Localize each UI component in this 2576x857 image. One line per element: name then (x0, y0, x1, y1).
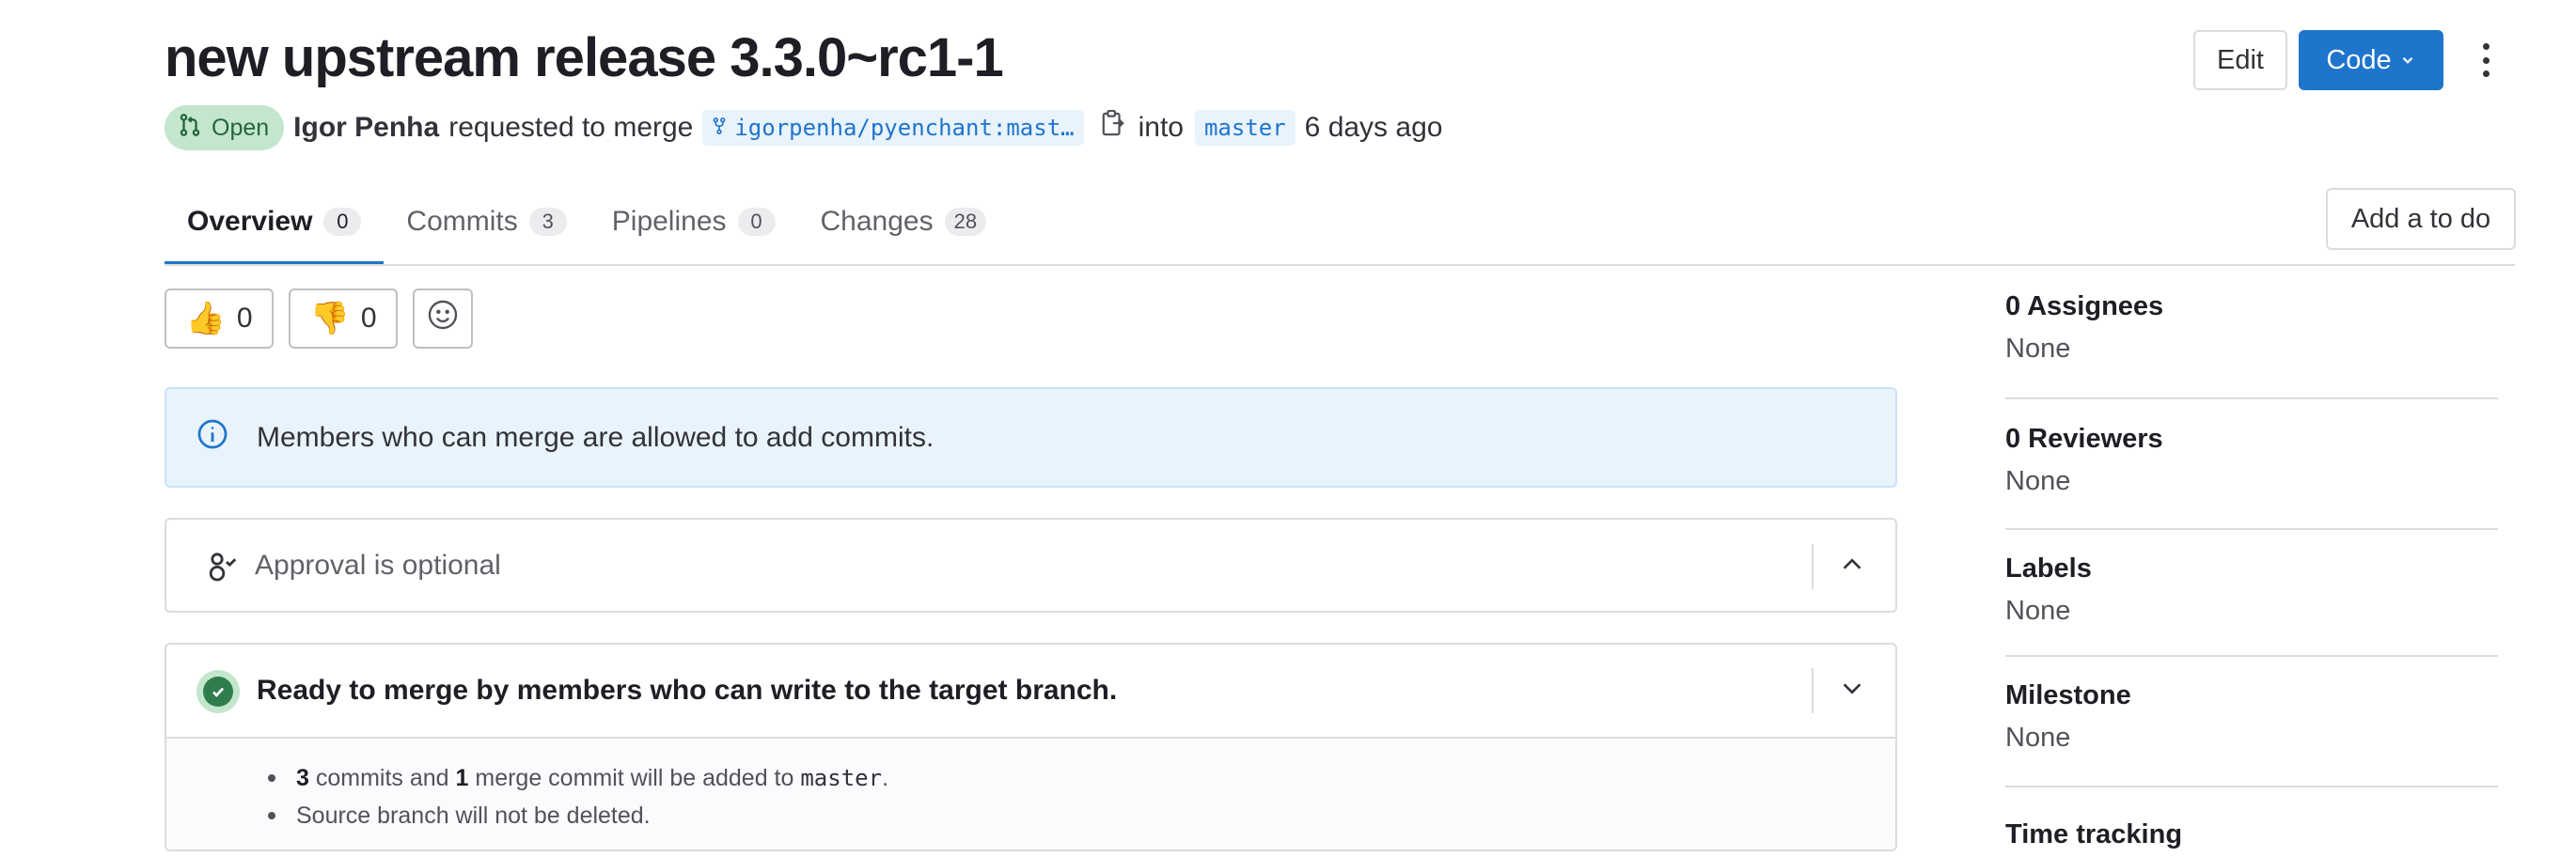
sidebar-divider (2005, 655, 2498, 657)
kebab-dot (2482, 56, 2490, 64)
tab-pipelines[interactable]: Pipelines 0 (589, 179, 798, 265)
code-label: Code (2326, 44, 2392, 75)
thumbs-down-icon: 👎 (309, 301, 350, 336)
commits-count: 3 (296, 765, 309, 791)
smiley-icon (427, 299, 459, 338)
source-branch-link[interactable]: igorpenha/pyenchant:mast… (702, 110, 1084, 146)
check-dot (203, 677, 233, 707)
sidebar-reviewers[interactable]: 0 Reviewers None (2005, 424, 2498, 497)
assignees-value: None (2005, 334, 2071, 364)
status-label: Open (212, 114, 270, 141)
sidebar-milestone[interactable]: Milestone None (2005, 680, 2498, 754)
tab-label: Overview (187, 206, 313, 237)
milestone-title: Milestone (2005, 680, 2131, 710)
page-title: new upstream release 3.3.0~rc1-1 (165, 27, 1004, 88)
mr-meta: Open Igor Penha requested to merge igorp… (165, 105, 1442, 150)
tab-label: Pipelines (611, 206, 727, 237)
copy-branch-button[interactable] (1097, 109, 1129, 147)
add-todo-button[interactable]: Add a to do (2326, 188, 2516, 250)
source-branch-name: igorpenha/pyenchant:mast… (734, 115, 1075, 141)
labels-title: Labels (2005, 553, 2092, 584)
reviewers-value: None (2005, 466, 2071, 496)
sidebar-divider (2005, 786, 2498, 787)
tab-count: 0 (737, 208, 776, 236)
fork-icon (712, 115, 727, 141)
milestone-value: None (2005, 723, 2071, 753)
widget-divider (1812, 544, 1814, 589)
action-text: requested to merge (448, 112, 694, 143)
thumbs-up-button[interactable]: 👍 0 (165, 288, 274, 349)
chevron-down-icon (2399, 45, 2416, 76)
check-circle-icon (196, 670, 240, 713)
merge-text: merge commit will be added to (468, 765, 801, 791)
author-link[interactable]: Igor Penha (293, 112, 439, 144)
expand-merge-details-button[interactable] (1831, 670, 1873, 711)
kebab-icon (2482, 43, 2490, 50)
tab-count: 0 (323, 208, 362, 236)
edit-button[interactable]: Edit (2193, 30, 2287, 90)
chevron-down-icon (1838, 675, 1866, 708)
list-item: Source branch will not be deleted. (268, 797, 1895, 834)
approval-user-icon (204, 548, 242, 590)
kebab-dot (2482, 70, 2490, 77)
merge-details: 3 commits and 1 merge commit will be add… (166, 737, 1895, 849)
chevron-up-icon (1838, 550, 1866, 583)
commits-text: commits and (308, 765, 456, 791)
merge-details-list: 3 commits and 1 merge commit will be add… (268, 759, 1895, 834)
thumbs-down-button[interactable]: 👎 0 (289, 288, 398, 349)
sidebar-labels[interactable]: Labels None (2005, 553, 2498, 627)
target-branch-link[interactable]: master (1194, 110, 1296, 146)
tab-count: 28 (944, 208, 987, 236)
merge-widget: Ready to merge by members who can write … (165, 643, 1897, 851)
merge-commit-count: 1 (455, 765, 469, 791)
sidebar-divider (2005, 397, 2498, 399)
tabs-divider (165, 264, 2515, 266)
merge-status-title: Ready to merge by members who can write … (257, 675, 1118, 706)
tab-label: Changes (820, 206, 934, 237)
tab-count: 3 (528, 208, 567, 236)
thumbs-up-icon: 👍 (185, 301, 226, 336)
sidebar-divider (2005, 528, 2498, 530)
alert-text: Members who can merge are allowed to add… (257, 421, 935, 453)
widget-divider (1812, 668, 1814, 713)
assignees-title: 0 Assignees (2005, 291, 2164, 321)
status-badge: Open (165, 105, 285, 150)
mr-tabs: Overview 0 Commits 3 Pipelines 0 Changes… (165, 179, 1009, 265)
tab-commits[interactable]: Commits 3 (384, 179, 589, 265)
thumbs-up-count: 0 (236, 303, 253, 334)
labels-value: None (2005, 596, 2071, 626)
sidebar-time-tracking[interactable]: Time tracking (2005, 819, 2498, 850)
info-alert: Members who can merge are allowed to add… (165, 387, 1897, 488)
time-tracking-title: Time tracking (2005, 819, 2183, 849)
code-dropdown-button[interactable]: Code (2299, 30, 2443, 90)
merge-request-icon (178, 113, 202, 144)
merge-widget-header: Ready to merge by members who can write … (166, 645, 1895, 737)
thumbs-down-count: 0 (360, 303, 377, 334)
reviewers-title: 0 Reviewers (2005, 424, 2163, 454)
info-circle-icon (196, 418, 228, 458)
target-branch-code: master (800, 765, 883, 791)
collapse-approval-button[interactable] (1831, 545, 1873, 586)
add-reaction-button[interactable] (413, 288, 473, 349)
clipboard-icon (1101, 109, 1125, 147)
approval-widget: Approval is optional (165, 518, 1897, 613)
into-text: into (1138, 112, 1184, 143)
more-actions-button[interactable] (2474, 38, 2497, 83)
tab-changes[interactable]: Changes 28 (798, 179, 1010, 265)
sidebar-assignees[interactable]: 0 Assignees None (2005, 291, 2498, 365)
created-time: 6 days ago (1304, 112, 1443, 143)
approval-status: Approval is optional (255, 549, 501, 581)
list-item: 3 commits and 1 merge commit will be add… (268, 759, 1895, 797)
tab-label: Commits (406, 206, 518, 237)
tab-overview[interactable]: Overview 0 (165, 179, 385, 265)
period: . (882, 765, 889, 791)
